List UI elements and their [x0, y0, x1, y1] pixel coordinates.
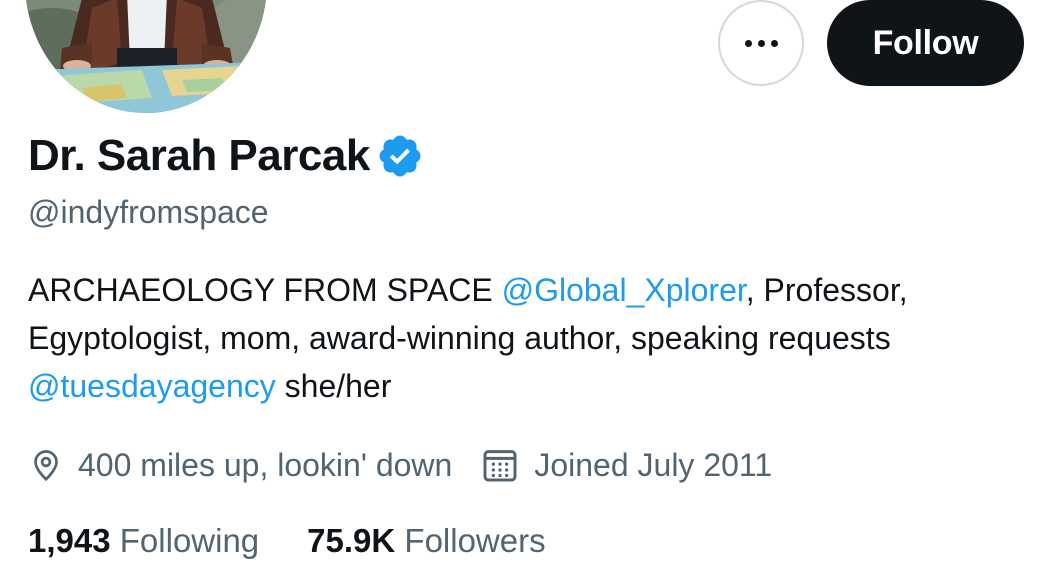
joined-text: Joined July 2011	[534, 447, 773, 483]
profile-name-row: Dr. Sarah Parcak	[28, 126, 424, 186]
location-item: 400 miles up, lookin' down	[28, 440, 452, 490]
verified-badge-icon[interactable]	[376, 132, 424, 180]
ellipsis-icon-dot	[757, 39, 765, 47]
display-name: Dr. Sarah Parcak	[28, 131, 370, 180]
bio-mention-link[interactable]: @Global_Xplorer	[502, 272, 746, 308]
joined-item: Joined July 2011	[480, 440, 772, 490]
profile-meta: 400 miles up, lookin' down Joined July 2…	[28, 440, 800, 490]
follow-counts: 1,943 Following 75.9K Followers	[28, 516, 594, 566]
user-handle: @indyfromspace	[28, 194, 269, 230]
following-count: 1,943	[28, 522, 111, 559]
ellipsis-icon-dot	[770, 39, 778, 47]
bio-text: ARCHAEOLOGY FROM SPACE	[28, 272, 502, 308]
ellipsis-icon	[744, 39, 752, 47]
calendar-icon	[483, 450, 517, 482]
followers-count: 75.9K	[307, 522, 396, 559]
bio-text: she/her	[275, 368, 392, 404]
avatar-photo	[25, 0, 267, 113]
followers-link[interactable]: 75.9K Followers	[307, 516, 545, 566]
avatar[interactable]	[22, 0, 270, 116]
more-options-button[interactable]	[718, 0, 804, 86]
bio-mention-link[interactable]: @tuesdayagency	[28, 368, 276, 404]
followers-label: Followers	[404, 522, 546, 559]
location-text: 400 miles up, lookin' down	[78, 447, 453, 483]
location-pin-icon	[34, 450, 58, 482]
profile-bio: ARCHAEOLOGY FROM SPACE @Global_Xplorer, …	[28, 266, 1033, 410]
follow-button[interactable]: Follow	[827, 0, 1024, 86]
following-link[interactable]: 1,943 Following	[28, 516, 259, 566]
profile-page: Follow Dr. Sarah Parcak @indyfromspace A…	[0, 0, 1045, 588]
following-label: Following	[119, 522, 260, 559]
